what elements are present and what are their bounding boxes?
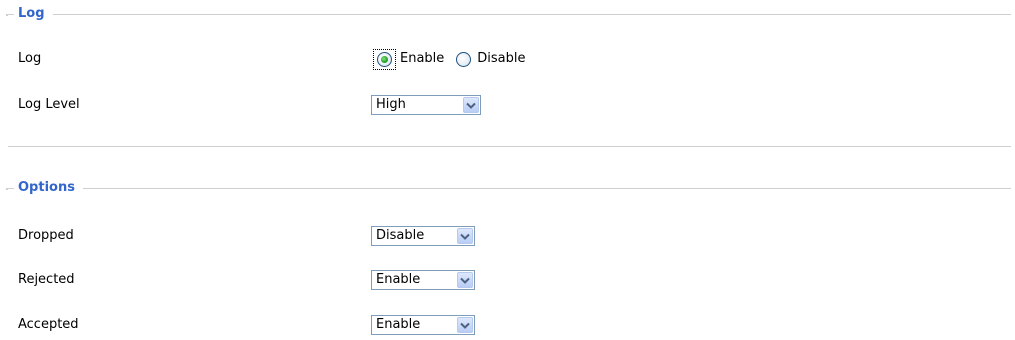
enable-radio-focus[interactable] [373,48,396,70]
chevron-down-icon[interactable] [463,97,479,113]
log-fieldset: Log [6,5,1011,23]
accepted-control: Enable [371,313,475,337]
log-level-control: High [371,93,481,117]
log-legend: Log [14,5,53,23]
dropped-label: Dropped [18,228,74,243]
rejected-control: Enable [371,268,475,292]
dropped-select[interactable]: Disable [371,226,475,246]
accepted-label: Accepted [18,317,79,332]
enable-radio[interactable] [377,51,392,67]
log-level-select[interactable]: High [371,95,481,115]
enable-radio-label[interactable]: Enable [400,47,444,71]
options-legend: Options [14,179,83,197]
log-label: Log [18,51,42,66]
legend-tick [6,14,8,16]
legend-tick [6,188,8,190]
dropped-control: Disable [371,224,475,248]
rejected-value: Enable [376,272,421,287]
accepted-value: Enable [376,317,421,332]
log-level-label: Log Level [18,97,80,112]
options-fieldset: Options [6,179,1011,197]
chevron-down-icon[interactable] [457,228,473,244]
rejected-select[interactable]: Enable [371,270,475,290]
log-level-value: High [376,97,406,112]
rejected-label: Rejected [18,272,75,287]
disable-radio-label[interactable]: Disable [477,47,525,71]
accepted-select[interactable]: Enable [371,315,475,335]
log-settings-page: Log Log Enable Disable Log Level High Op… [0,0,1015,340]
chevron-down-icon[interactable] [457,272,473,288]
disable-radio[interactable] [456,51,472,67]
log-radio-group: Enable Disable [373,47,538,71]
chevron-down-icon[interactable] [457,317,473,333]
dropped-value: Disable [376,228,425,243]
section-divider [8,146,1011,147]
